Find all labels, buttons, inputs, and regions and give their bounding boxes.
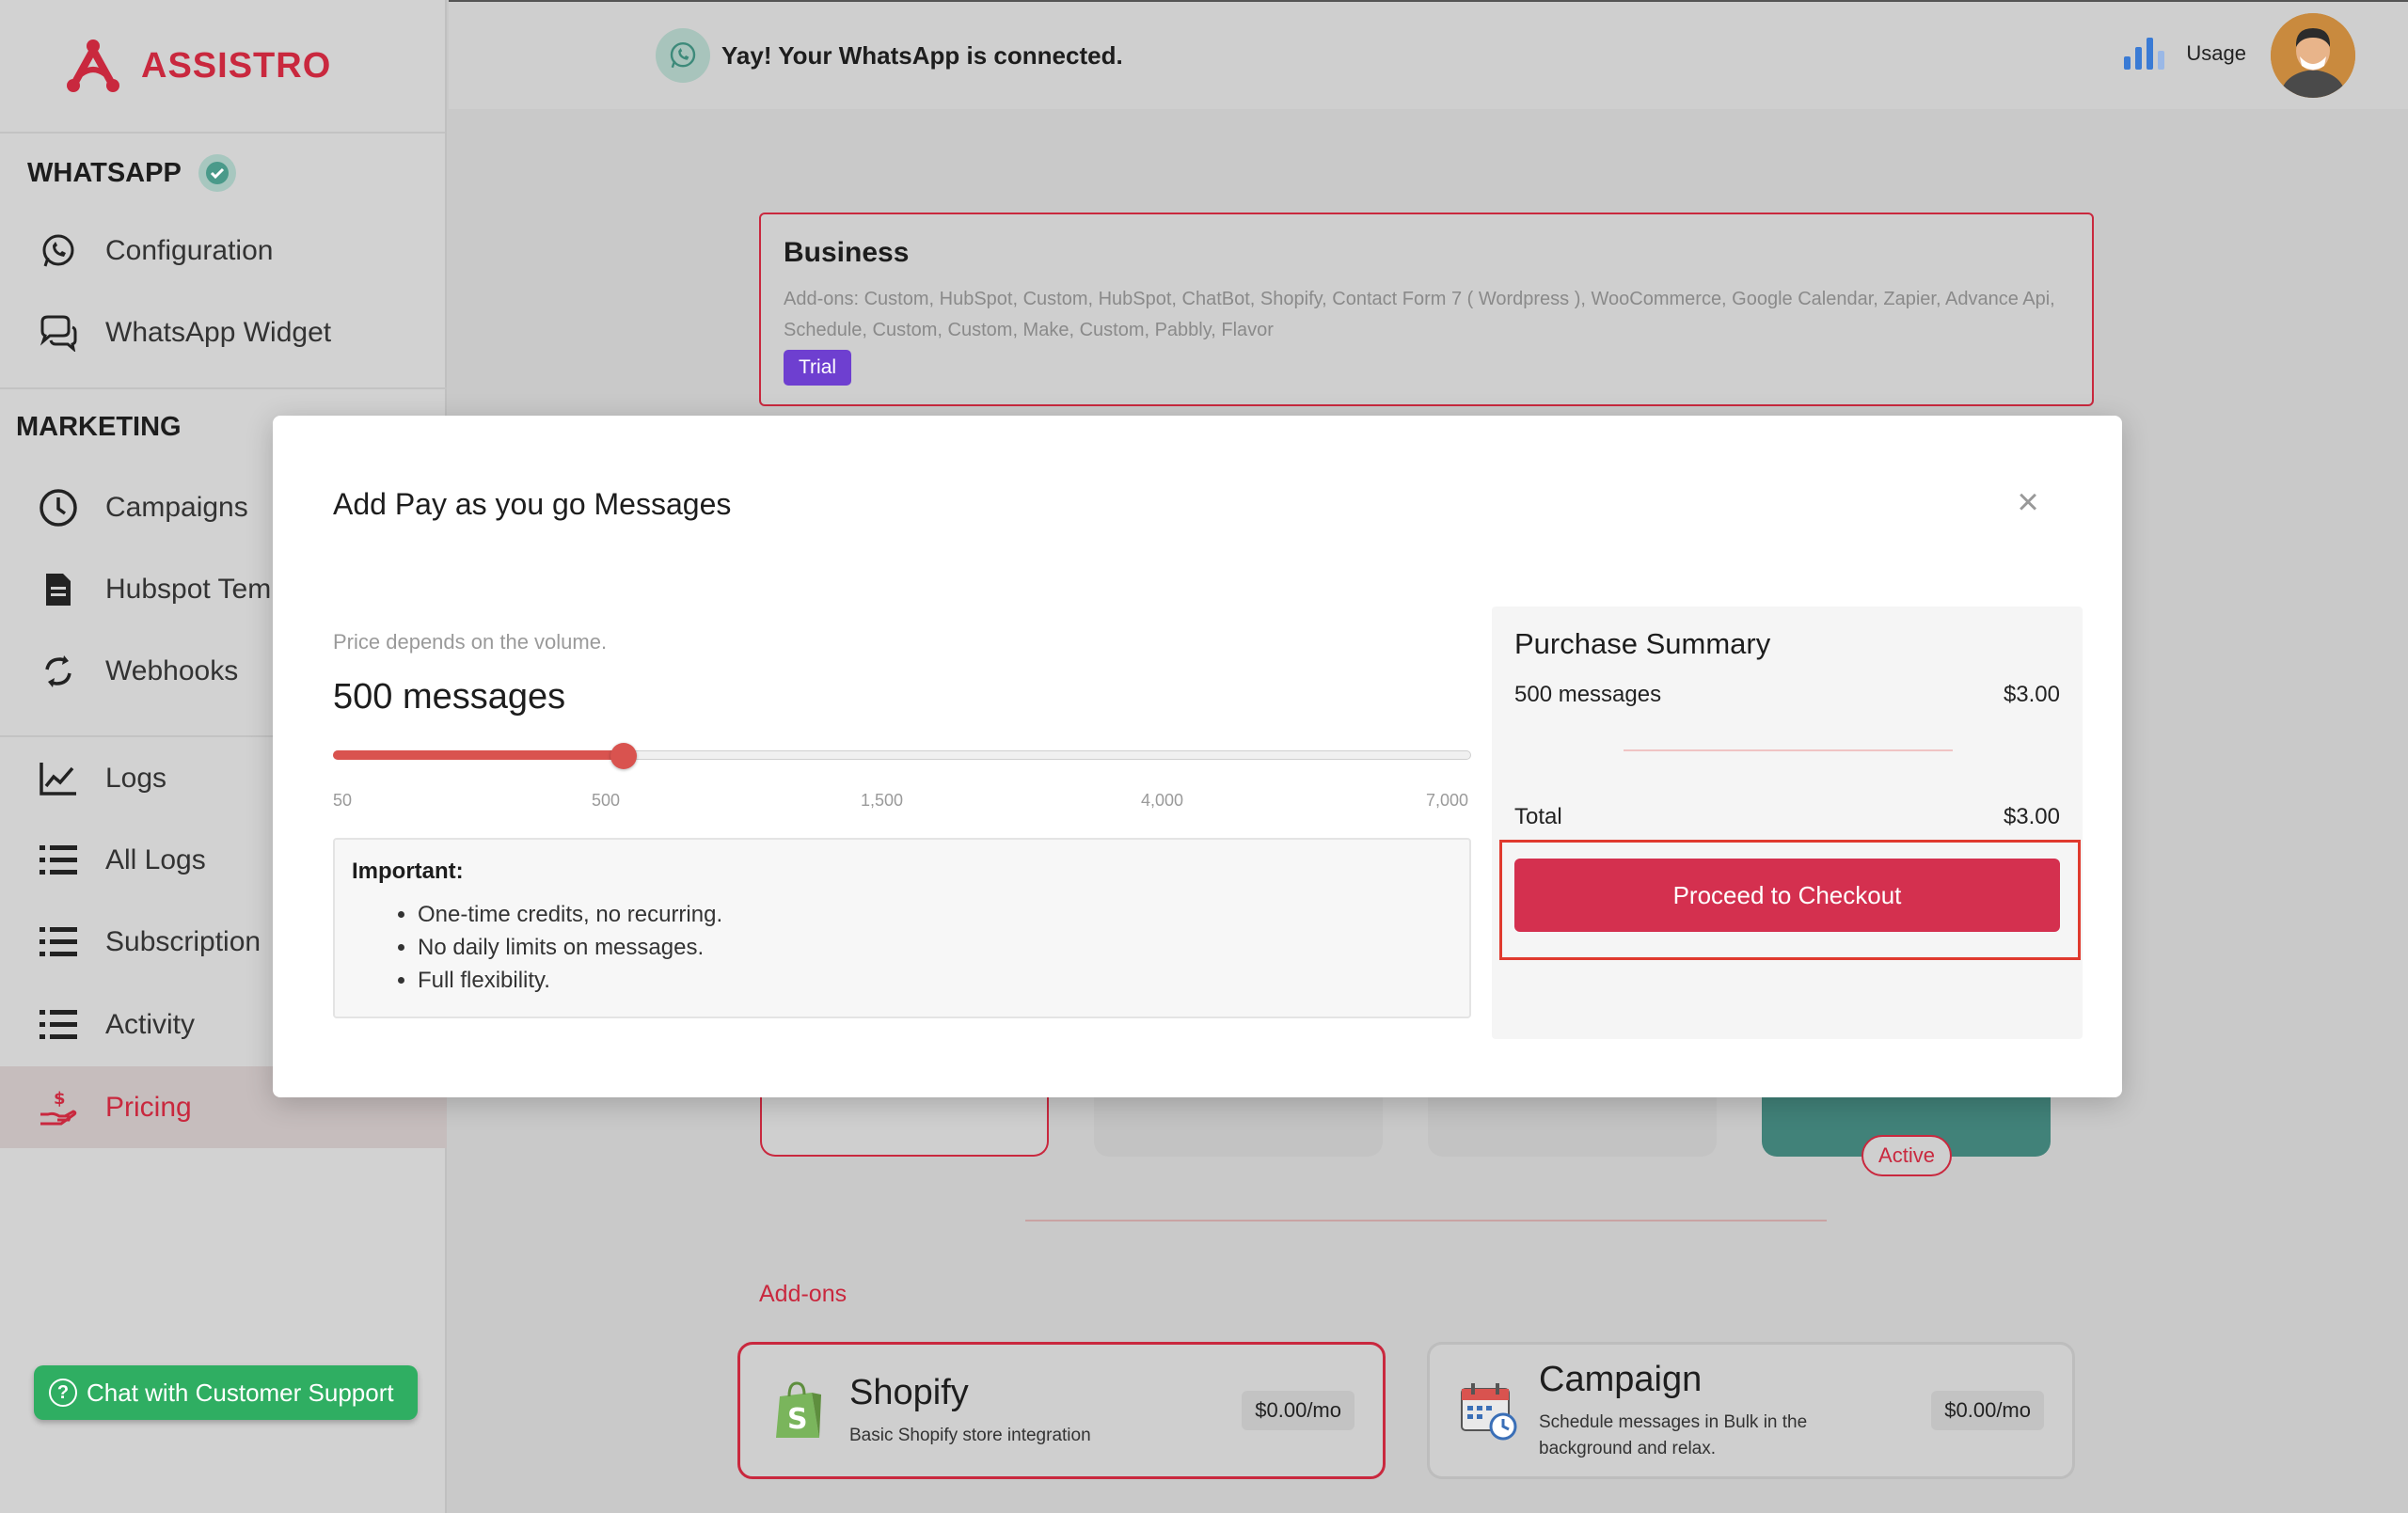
section-title-whatsapp: WHATSAPP <box>27 154 236 192</box>
summary-title: Purchase Summary <box>1514 627 1771 660</box>
summary-line-item: 500 messages $3.00 <box>1514 682 2060 708</box>
section-title-marketing: MARKETING <box>16 412 182 443</box>
connection-status-text: Yay! Your WhatsApp is connected. <box>721 40 1123 70</box>
sidebar-item-label: Subscription <box>105 925 261 957</box>
section-divider <box>1025 1220 1827 1221</box>
list-icon <box>38 1004 79 1046</box>
whatsapp-connection-status: Yay! Your WhatsApp is connected. <box>656 28 1123 83</box>
selected-message-count: 500 messages <box>333 677 566 717</box>
whatsapp-icon <box>656 28 710 83</box>
sidebar-item-label: Activity <box>105 1008 196 1040</box>
current-plan-card: Business Add-ons: Custom, HubSpot, Custo… <box>759 213 2094 406</box>
sidebar-item-label: WhatsApp Widget <box>105 316 332 348</box>
calendar-clock-icon <box>1461 1383 1517 1441</box>
svg-text:S: S <box>787 1403 808 1436</box>
trial-badge: Trial <box>784 350 852 386</box>
active-badge: Active <box>1861 1135 1952 1176</box>
whatsapp-section-label: WHATSAPP <box>27 157 182 188</box>
list-item: Full flexibility. <box>418 964 1452 997</box>
summary-total-price: $3.00 <box>2003 804 2060 829</box>
close-icon[interactable]: × <box>2009 483 2047 521</box>
summary-total-label: Total <box>1514 804 1562 829</box>
refresh-icon <box>38 651 79 692</box>
list-item: No daily limits on messages. <box>418 931 1452 964</box>
customer-support-button[interactable]: ? Chat with Customer Support <box>34 1365 418 1420</box>
hand-dollar-icon: $ <box>38 1087 79 1128</box>
line-chart-icon <box>38 758 79 799</box>
important-title: Important: <box>352 859 464 884</box>
user-avatar[interactable] <box>2271 13 2355 98</box>
assistro-logo-icon <box>67 39 119 92</box>
svg-text:$: $ <box>54 1089 66 1109</box>
sidebar-item-whatsapp-widget[interactable]: WhatsApp Widget <box>0 292 447 373</box>
sidebar-item-configuration[interactable]: Configuration <box>0 210 447 292</box>
usage-button[interactable]: Usage <box>2124 38 2246 70</box>
slider-tick-label: 4,000 <box>1141 791 1184 810</box>
sidebar-item-label: Logs <box>105 762 167 794</box>
plan-name: Business <box>784 237 910 268</box>
sidebar-divider <box>0 387 447 389</box>
sidebar-item-label: All Logs <box>105 843 206 875</box>
slider-thumb[interactable] <box>610 743 637 769</box>
list-icon <box>38 922 79 963</box>
clock-icon <box>38 487 79 528</box>
help-circle-icon: ? <box>49 1379 77 1407</box>
summary-divider <box>1624 749 1953 751</box>
support-button-label: Chat with Customer Support <box>87 1378 394 1407</box>
top-bar: Yay! Your WhatsApp is connected. Usage <box>449 0 2408 109</box>
whatsapp-icon <box>38 230 79 272</box>
sidebar-item-label: Hubspot Tem <box>105 573 272 605</box>
addon-description: Basic Shopify store integration <box>849 1425 1091 1445</box>
modal-title: Add Pay as you go Messages <box>333 487 732 521</box>
marketing-section-label: MARKETING <box>16 412 182 442</box>
price-hint: Price depends on the volume. <box>333 630 608 654</box>
brand-name: ASSISTRO <box>141 45 332 86</box>
sidebar-item-label: Campaigns <box>105 491 248 523</box>
slider-tick-label: 50 <box>333 791 353 810</box>
slider-fill <box>333 750 624 760</box>
addon-name: Campaign <box>1539 1359 1703 1399</box>
important-notes: Important: One-time credits, no recurrin… <box>333 838 1471 1018</box>
bar-chart-icon <box>2124 38 2169 70</box>
pay-as-you-go-modal: Add Pay as you go Messages × Price depen… <box>273 416 2122 1097</box>
addons-section-title: Add-ons <box>759 1281 848 1307</box>
verified-check-icon <box>198 154 236 192</box>
addon-price: $0.00/mo <box>1242 1391 1354 1430</box>
addon-body: Shopify Basic Shopify store integration <box>849 1373 1242 1449</box>
document-icon <box>38 569 79 610</box>
purchase-summary: Purchase Summary 500 messages $3.00 Tota… <box>1492 607 2083 1039</box>
slider-tick-label: 500 <box>592 791 621 810</box>
addon-body: Campaign Schedule messages in Bulk in th… <box>1539 1360 1931 1462</box>
shopify-bag-icon: S <box>776 1381 821 1438</box>
sidebar-item-label: Pricing <box>105 1091 192 1123</box>
slider-tick-label: 1,500 <box>861 791 904 810</box>
addon-price: $0.00/mo <box>1931 1391 2044 1430</box>
proceed-to-checkout-button[interactable]: Proceed to Checkout <box>1514 859 2060 932</box>
summary-line-label: 500 messages <box>1514 682 1662 707</box>
addon-card-shopify[interactable]: S Shopify Basic Shopify store integratio… <box>737 1342 1386 1479</box>
addon-name: Shopify <box>849 1372 969 1412</box>
message-volume-slider[interactable] <box>333 743 1471 769</box>
slider-tick-label: 7,000 <box>1426 791 1469 810</box>
summary-total: Total $3.00 <box>1514 804 2060 830</box>
usage-label: Usage <box>2186 41 2246 65</box>
important-list: One-time credits, no recurring. No daily… <box>418 898 1452 997</box>
list-item: One-time credits, no recurring. <box>418 898 1452 931</box>
plan-addons-list: Add-ons: Custom, HubSpot, Custom, HubSpo… <box>784 289 2055 340</box>
list-icon <box>38 840 79 881</box>
summary-line-price: $3.00 <box>2003 682 2060 707</box>
sidebar-item-label: Configuration <box>105 234 274 266</box>
brand[interactable]: ASSISTRO <box>0 0 445 134</box>
addon-card-campaign[interactable]: Campaign Schedule messages in Bulk in th… <box>1427 1342 2075 1479</box>
chat-bubbles-icon <box>38 312 79 354</box>
sidebar-item-label: Webhooks <box>105 654 239 686</box>
addon-description: Schedule messages in Bulk in the backgro… <box>1539 1411 1808 1458</box>
